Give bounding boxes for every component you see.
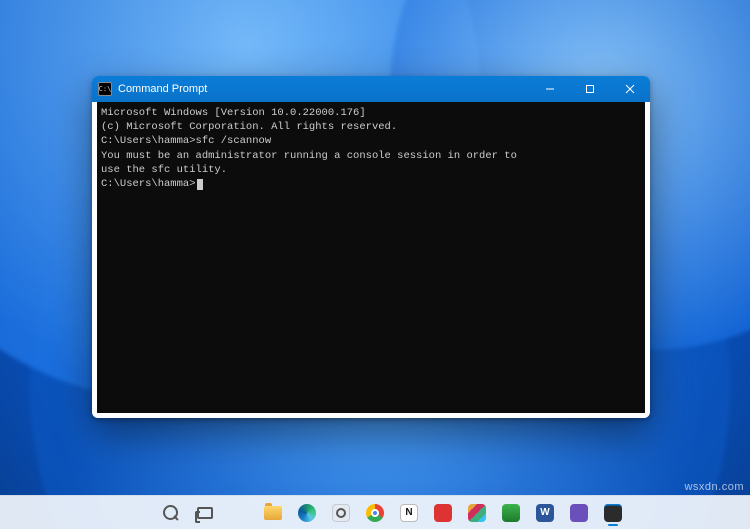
notion-icon: N	[400, 504, 418, 522]
command-prompt-taskbar[interactable]	[598, 498, 628, 528]
maximize-button[interactable]	[570, 76, 610, 102]
search-icon	[161, 503, 181, 523]
minimize-icon	[545, 84, 555, 94]
close-icon	[625, 84, 635, 94]
app-red[interactable]	[428, 498, 458, 528]
windows-logo-icon	[128, 504, 146, 522]
cursor	[197, 179, 203, 190]
whatsapp[interactable]	[496, 498, 526, 528]
terminal-line: use the sfc utility.	[101, 163, 639, 177]
search-button[interactable]	[156, 498, 186, 528]
watermark: wsxdn.com	[684, 481, 744, 493]
cmd-icon: C:\	[98, 82, 112, 96]
notion[interactable]: N	[394, 498, 424, 528]
terminal-line: You must be an administrator running a c…	[101, 149, 639, 163]
app-purple-icon	[570, 504, 588, 522]
file-explorer[interactable]	[258, 498, 288, 528]
terminal-icon	[604, 504, 622, 522]
word-icon: W	[536, 504, 554, 522]
whatsapp-icon	[502, 504, 520, 522]
gear-icon	[332, 504, 350, 522]
start-button[interactable]	[122, 498, 152, 528]
edge-icon	[298, 504, 316, 522]
slack[interactable]	[462, 498, 492, 528]
widgets-button[interactable]	[224, 498, 254, 528]
widgets-icon	[229, 503, 249, 523]
google-chrome[interactable]	[360, 498, 390, 528]
maximize-icon	[585, 84, 595, 94]
command-prompt-window: C:\ Command Prompt Microsoft Windows [Ve…	[92, 76, 650, 418]
terminal-line: C:\Users\hamma>sfc /scannow	[101, 134, 639, 148]
taskbar: N W	[0, 495, 750, 529]
terminal-line: Microsoft Windows [Version 10.0.22000.17…	[101, 106, 639, 120]
microsoft-word[interactable]: W	[530, 498, 560, 528]
task-view-icon	[197, 507, 213, 519]
close-button[interactable]	[610, 76, 650, 102]
minimize-button[interactable]	[530, 76, 570, 102]
settings[interactable]	[326, 498, 356, 528]
window-title: Command Prompt	[118, 83, 207, 95]
titlebar[interactable]: C:\ Command Prompt	[92, 76, 650, 102]
chrome-icon	[366, 504, 384, 522]
app-purple[interactable]	[564, 498, 594, 528]
slack-icon	[468, 504, 486, 522]
terminal-line: (c) Microsoft Corporation. All rights re…	[101, 120, 639, 134]
microsoft-edge[interactable]	[292, 498, 322, 528]
terminal-line: C:\Users\hamma>	[101, 177, 639, 191]
desktop: C:\ Command Prompt Microsoft Windows [Ve…	[0, 0, 750, 529]
task-view-button[interactable]	[190, 498, 220, 528]
terminal-output[interactable]: Microsoft Windows [Version 10.0.22000.17…	[97, 102, 645, 413]
folder-icon	[264, 506, 282, 520]
app-red-icon	[434, 504, 452, 522]
